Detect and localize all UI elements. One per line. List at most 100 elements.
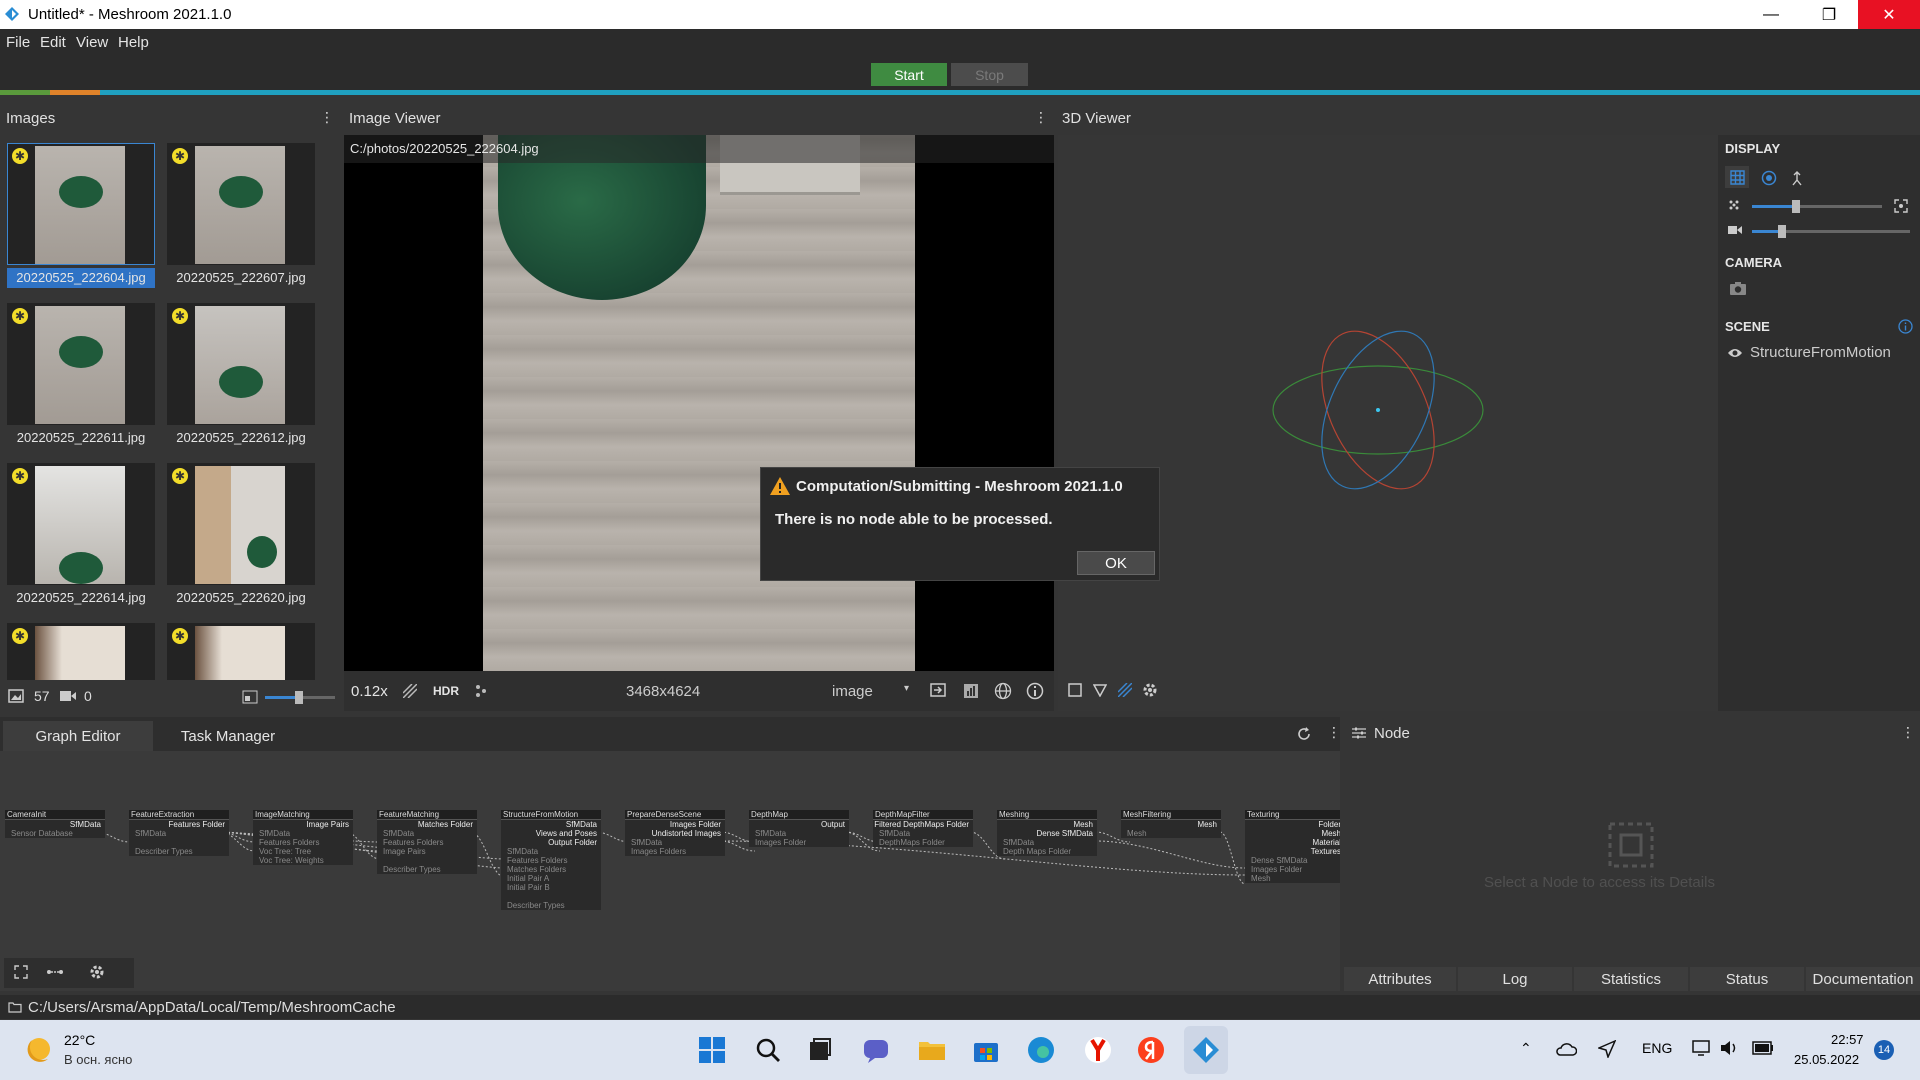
weather-icon[interactable] — [24, 1034, 54, 1064]
node-output-port[interactable]: Folder — [1245, 820, 1340, 829]
grid-icon[interactable] — [1730, 170, 1745, 185]
node-input-port[interactable]: Images Folder — [1245, 865, 1340, 874]
info-icon[interactable] — [1026, 682, 1044, 700]
location-icon[interactable] — [1598, 1040, 1616, 1058]
layout-icon[interactable] — [46, 966, 64, 978]
clock-date[interactable]: 25.05.2022 — [1794, 1052, 1859, 1067]
volume-icon[interactable] — [1720, 1040, 1738, 1056]
camera-icon[interactable] — [1729, 281, 1747, 296]
image-viewer-menu-icon[interactable]: ⋮ — [1034, 110, 1048, 126]
weather-temp[interactable]: 22°C — [64, 1032, 95, 1048]
node-input-port[interactable]: Image Pairs — [377, 847, 477, 856]
scene-item-sfm[interactable]: StructureFromMotion — [1750, 344, 1891, 361]
color-channel-icon[interactable] — [403, 684, 417, 698]
node-input-port[interactable]: Matches Folders — [501, 865, 601, 874]
node-output-port[interactable]: Views and Poses — [501, 829, 601, 838]
node-input-port[interactable]: Mesh — [1121, 829, 1221, 838]
graph-menu-icon[interactable]: ⋮ — [1327, 725, 1341, 741]
start-menu-icon[interactable] — [696, 1034, 728, 1066]
thumbnail[interactable]: ✱ 20220525_222607.jpg — [167, 143, 315, 291]
thumbnail[interactable]: ✱ 20220525_222620.jpg — [167, 463, 315, 611]
viewer-mode-select[interactable]: image — [832, 683, 873, 700]
battery-icon[interactable] — [1752, 1041, 1774, 1055]
node-input-port[interactable]: SfMData — [501, 847, 601, 856]
node-input-port[interactable]: Initial Pair B — [501, 883, 601, 892]
node-input-port[interactable]: Voc Tree: Tree — [253, 847, 353, 856]
node-input-port[interactable]: Images Folders — [625, 847, 725, 856]
node-input-port[interactable]: SfMData — [129, 829, 229, 838]
thumbnail[interactable]: ✱ — [167, 623, 315, 680]
teams-chat-icon[interactable] — [860, 1034, 892, 1066]
tab-graph-editor[interactable]: Graph Editor — [3, 721, 153, 751]
node-input-port[interactable]: SfMData — [873, 829, 973, 838]
node-input-port[interactable]: Describer Types — [129, 847, 229, 856]
tab-documentation[interactable]: Documentation — [1806, 967, 1920, 991]
graph-node[interactable]: DepthMap Output SfMData Images Folder — [749, 810, 849, 847]
fit-view-icon[interactable] — [1894, 199, 1908, 213]
node-input-port[interactable]: Voc Tree: Weights — [253, 856, 353, 865]
tab-log[interactable]: Log — [1458, 967, 1572, 991]
notification-badge[interactable]: 14 — [1874, 1040, 1894, 1060]
node-input-port[interactable]: Initial Pair A — [501, 874, 601, 883]
graph-node[interactable]: Texturing Folder Mesh Material Textures Dense… — [1245, 810, 1340, 883]
node-output-port[interactable]: Image Pairs — [253, 820, 353, 829]
menu-help[interactable]: Help — [118, 34, 149, 51]
restore-button[interactable]: ❐ — [1800, 0, 1858, 29]
node-menu-icon[interactable]: ⋮ — [1901, 725, 1915, 741]
node-output-port[interactable]: Images Folder — [625, 820, 725, 829]
hdr-toggle[interactable]: HDR — [433, 684, 459, 698]
graph-node[interactable]: Meshing Mesh Dense SfMData SfMData Depth Map… — [997, 810, 1097, 856]
axis-icon[interactable] — [1791, 170, 1803, 186]
node-input-port[interactable] — [501, 892, 601, 901]
tab-task-manager[interactable]: Task Manager — [157, 721, 299, 751]
node-input-port[interactable]: Describer Types — [501, 901, 601, 910]
thumbnail[interactable]: ✱ 20220525_222611.jpg — [7, 303, 155, 451]
viewer3d-canvas[interactable] — [1058, 135, 1718, 711]
node-input-port[interactable]: Dense SfMData — [1245, 856, 1340, 865]
thumbnail[interactable]: ✱ 20220525_222612.jpg — [167, 303, 315, 451]
clock-time[interactable]: 22:57 — [1831, 1032, 1864, 1047]
tab-attributes[interactable]: Attributes — [1344, 967, 1456, 991]
node-output-port[interactable]: SfMData — [5, 820, 105, 829]
node-output-port[interactable]: Output Folder — [501, 838, 601, 847]
node-output-port[interactable]: Material — [1245, 838, 1340, 847]
node-input-port[interactable]: Features Folders — [253, 838, 353, 847]
graph-node[interactable]: FeatureMatching Matches Folder SfMData Feat… — [377, 810, 477, 874]
graph-node[interactable]: ImageMatching Image Pairs SfMData Features … — [253, 810, 353, 865]
node-input-port[interactable] — [129, 838, 229, 847]
node-output-port[interactable]: Matches Folder — [377, 820, 477, 829]
refresh-icon[interactable] — [1297, 727, 1311, 741]
triangle-icon[interactable] — [1093, 683, 1107, 697]
export-icon[interactable] — [930, 683, 946, 697]
language-indicator[interactable]: ENG — [1642, 1040, 1672, 1056]
scene-info-icon[interactable] — [1898, 319, 1913, 334]
node-input-port[interactable]: SfMData — [377, 829, 477, 838]
node-input-port[interactable] — [377, 856, 477, 865]
node-output-port[interactable]: Textures — [1245, 847, 1340, 856]
point-size-slider[interactable] — [1752, 200, 1882, 213]
camera-scale-slider[interactable] — [1752, 225, 1910, 238]
textured-icon[interactable] — [1118, 683, 1132, 697]
graph-node[interactable]: FeatureExtraction Features Folder SfMData D… — [129, 810, 229, 856]
node-input-port[interactable]: SfMData — [749, 829, 849, 838]
onedrive-icon[interactable] — [1555, 1040, 1577, 1058]
node-input-port[interactable]: Mesh — [1245, 874, 1340, 883]
stop-button[interactable]: Stop — [951, 63, 1028, 86]
images-menu-icon[interactable]: ⋮ — [320, 110, 334, 126]
ok-button[interactable]: OK — [1077, 551, 1155, 575]
globe-icon[interactable] — [994, 682, 1012, 700]
graph-node[interactable]: DepthMapFilter Filtered DepthMaps Folder S… — [873, 810, 973, 847]
node-output-port[interactable]: Mesh — [1245, 829, 1340, 838]
store-icon[interactable] — [970, 1034, 1002, 1066]
graph-canvas[interactable]: CameraInit SfMData Sensor Database FeatureE… — [0, 751, 1340, 991]
gizmo-icon[interactable] — [1761, 170, 1777, 186]
graph-settings-icon[interactable] — [89, 964, 105, 980]
node-output-port[interactable]: Dense SfMData — [997, 829, 1097, 838]
thumbnail[interactable]: ✱ — [7, 623, 155, 680]
node-input-port[interactable]: Images Folder — [749, 838, 849, 847]
histogram-icon[interactable] — [963, 683, 979, 699]
menu-file[interactable]: File — [6, 34, 30, 51]
graph-node[interactable]: MeshFiltering Mesh Mesh — [1121, 810, 1221, 838]
node-output-port[interactable]: Features Folder — [129, 820, 229, 829]
thumbnail-size-slider[interactable] — [265, 691, 335, 704]
